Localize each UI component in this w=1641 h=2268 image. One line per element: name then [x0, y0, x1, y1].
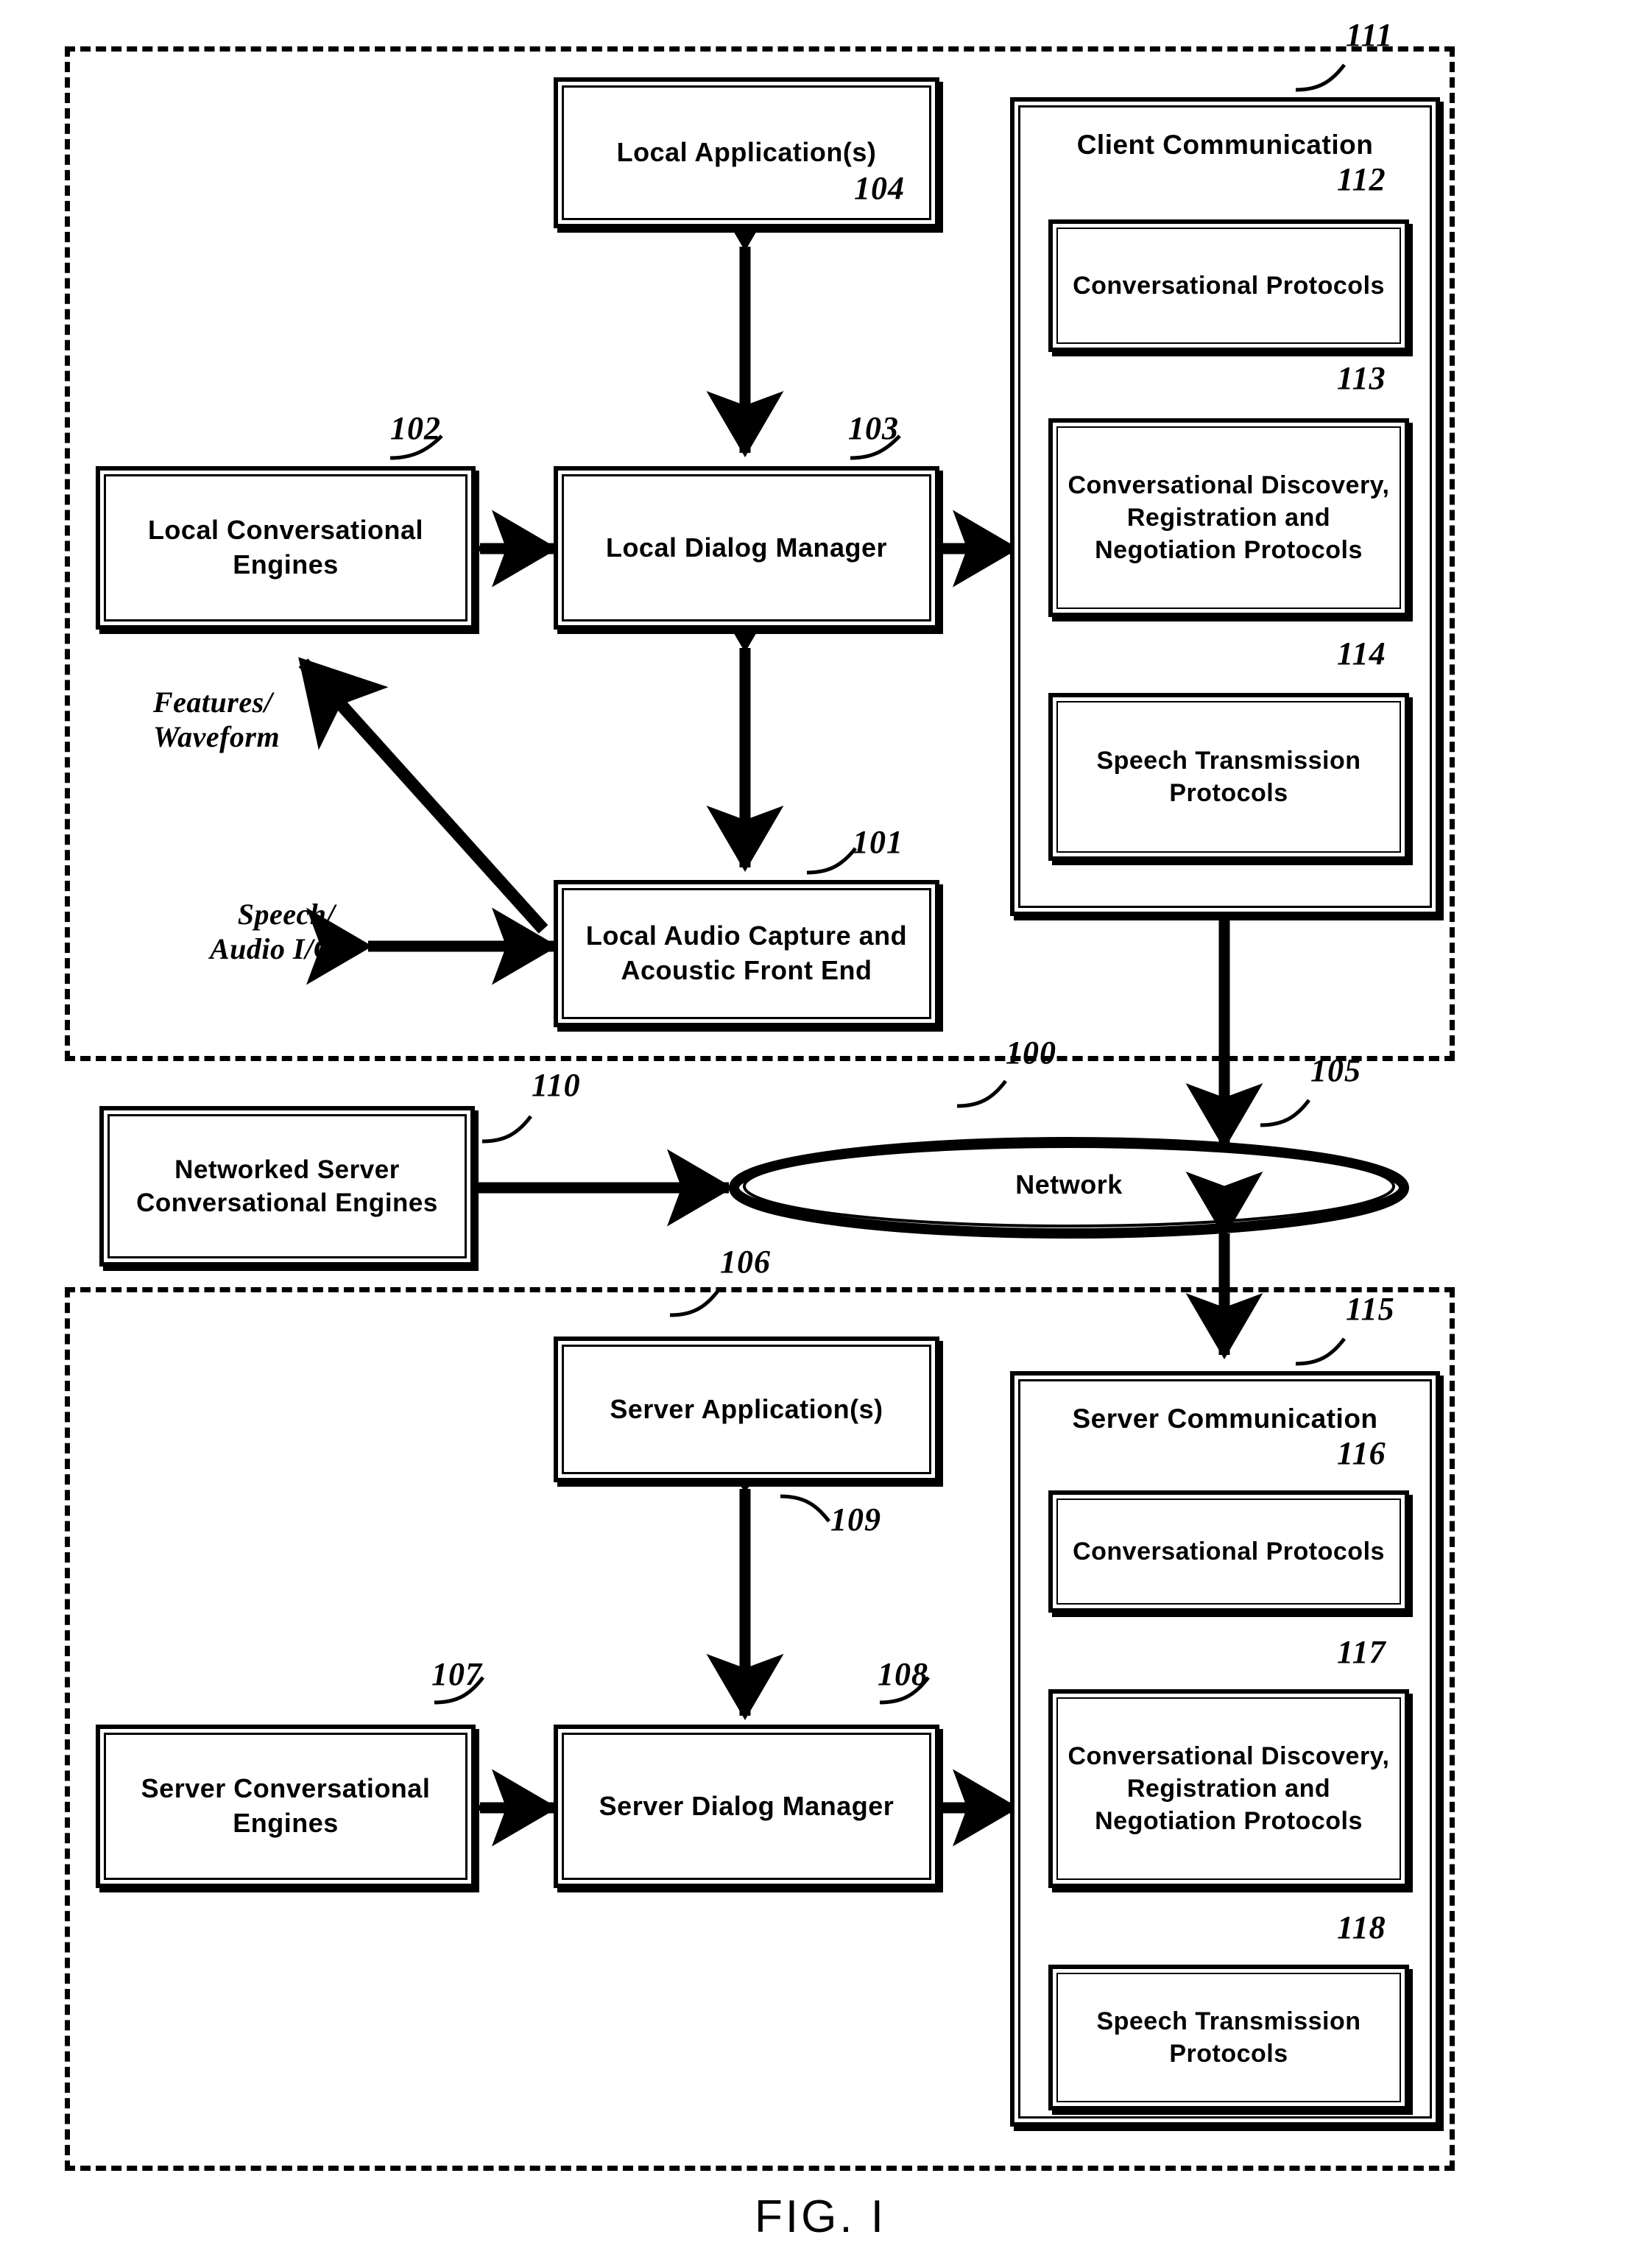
- refnum-100: 100: [1006, 1035, 1056, 1071]
- refnum-112: 112: [1337, 161, 1386, 197]
- refnum-106: 106: [720, 1244, 771, 1280]
- node-local-audio-capture[interactable]: Local Audio Capture and Acoustic Front E…: [554, 880, 939, 1027]
- node-server-application[interactable]: Server Application(s): [554, 1336, 939, 1482]
- node-server-conversational-protocols[interactable]: Conversational Protocols: [1048, 1490, 1409, 1613]
- node-server-speech-transmission-protocols-label: Speech Transmission Protocols: [1096, 2007, 1361, 2068]
- figure-caption: FIG. I: [755, 2191, 886, 2242]
- refnum-108: 108: [878, 1656, 928, 1692]
- node-client-communication-inner: Client Communication Conversational Prot…: [1018, 105, 1432, 908]
- node-server-discovery-registration-negotiation[interactable]: Conversational Discovery, Registration a…: [1048, 1689, 1409, 1888]
- node-local-dialog-manager-label: Local Dialog Manager: [605, 532, 888, 563]
- refnum-102: 102: [390, 410, 441, 446]
- node-networked-server-conversational-engines-inner: Networked Server Conversational Engines: [107, 1114, 467, 1258]
- refnum-103: 103: [848, 410, 899, 446]
- node-server-dialog-manager-inner: Server Dialog Manager: [562, 1733, 931, 1880]
- refnum-109: 109: [830, 1501, 881, 1538]
- node-server-speech-transmission-protocols-inner: Speech Transmission Protocols: [1056, 1973, 1401, 2102]
- refnum-111: 111: [1346, 17, 1394, 53]
- node-server-conversational-engines-inner: Server Conversational Engines: [104, 1733, 467, 1880]
- node-local-conversational-engines[interactable]: Local Conversational Engines: [96, 466, 476, 630]
- refnum-114: 114: [1337, 635, 1386, 672]
- node-client-communication[interactable]: Client Communication Conversational Prot…: [1010, 97, 1440, 916]
- refnum-101: 101: [853, 824, 903, 860]
- annotation-features-waveform: Features/ Waveform: [153, 686, 280, 754]
- node-networked-server-conversational-engines-label: Networked Server Conversational Engines: [136, 1155, 438, 1218]
- node-server-application-label: Server Application(s): [610, 1393, 883, 1424]
- node-client-speech-transmission-protocols-inner: Speech Transmission Protocols: [1056, 701, 1401, 853]
- refnum-117: 117: [1337, 1634, 1386, 1670]
- node-local-conversational-engines-inner: Local Conversational Engines: [104, 474, 467, 621]
- node-server-conversational-engines[interactable]: Server Conversational Engines: [96, 1725, 476, 1888]
- node-client-speech-transmission-protocols-label: Speech Transmission Protocols: [1096, 746, 1361, 807]
- node-networked-server-conversational-engines[interactable]: Networked Server Conversational Engines: [99, 1106, 475, 1267]
- node-server-speech-transmission-protocols[interactable]: Speech Transmission Protocols: [1048, 1965, 1409, 2110]
- node-server-application-inner: Server Application(s): [562, 1345, 931, 1474]
- node-server-dialog-manager-label: Server Dialog Manager: [599, 1790, 894, 1821]
- node-server-conversational-engines-label: Server Conversational Engines: [141, 1773, 431, 1838]
- refnum-113: 113: [1337, 360, 1386, 396]
- node-client-discovery-registration-negotiation-inner: Conversational Discovery, Registration a…: [1056, 426, 1401, 609]
- node-server-discovery-registration-negotiation-inner: Conversational Discovery, Registration a…: [1056, 1697, 1401, 1880]
- node-client-speech-transmission-protocols[interactable]: Speech Transmission Protocols: [1048, 693, 1409, 861]
- node-server-communication-inner: Server Communication Conversational Prot…: [1018, 1379, 1432, 2119]
- node-network-label: Network: [1015, 1169, 1123, 1200]
- node-client-conversational-protocols-label: Conversational Protocols: [1073, 271, 1385, 300]
- node-local-dialog-manager[interactable]: Local Dialog Manager: [554, 466, 939, 630]
- node-local-audio-capture-inner: Local Audio Capture and Acoustic Front E…: [562, 888, 931, 1019]
- node-client-conversational-protocols-inner: Conversational Protocols: [1056, 228, 1401, 344]
- node-server-communication[interactable]: Server Communication Conversational Prot…: [1010, 1371, 1440, 2127]
- refnum-116: 116: [1337, 1435, 1386, 1471]
- refnum-107: 107: [431, 1656, 482, 1692]
- node-local-conversational-engines-label: Local Conversational Engines: [147, 515, 424, 580]
- node-server-communication-title: Server Communication: [1072, 1404, 1378, 1434]
- node-client-discovery-registration-negotiation[interactable]: Conversational Discovery, Registration a…: [1048, 418, 1409, 617]
- refnum-105: 105: [1310, 1052, 1361, 1088]
- node-server-discovery-registration-negotiation-label: Conversational Discovery, Registration a…: [1067, 1742, 1390, 1836]
- patent-figure-page: Local Application(s) Local Conversationa…: [0, 0, 1641, 2268]
- node-server-conversational-protocols-inner: Conversational Protocols: [1056, 1498, 1401, 1605]
- annotation-speech-audio-io: Speech/ Audio I/O: [210, 898, 336, 966]
- node-local-application-label: Local Application(s): [616, 137, 877, 168]
- refnum-104: 104: [854, 170, 905, 206]
- node-client-conversational-protocols[interactable]: Conversational Protocols: [1048, 219, 1409, 352]
- refnum-110: 110: [532, 1067, 581, 1103]
- node-local-audio-capture-label: Local Audio Capture and Acoustic Front E…: [585, 920, 908, 985]
- node-server-dialog-manager[interactable]: Server Dialog Manager: [554, 1725, 939, 1888]
- node-server-conversational-protocols-label: Conversational Protocols: [1073, 1537, 1385, 1566]
- node-client-discovery-registration-negotiation-label: Conversational Discovery, Registration a…: [1067, 471, 1390, 565]
- refnum-118: 118: [1337, 1909, 1386, 1945]
- refnum-115: 115: [1346, 1291, 1395, 1327]
- node-local-dialog-manager-inner: Local Dialog Manager: [562, 474, 931, 621]
- node-client-communication-title: Client Communication: [1076, 130, 1374, 160]
